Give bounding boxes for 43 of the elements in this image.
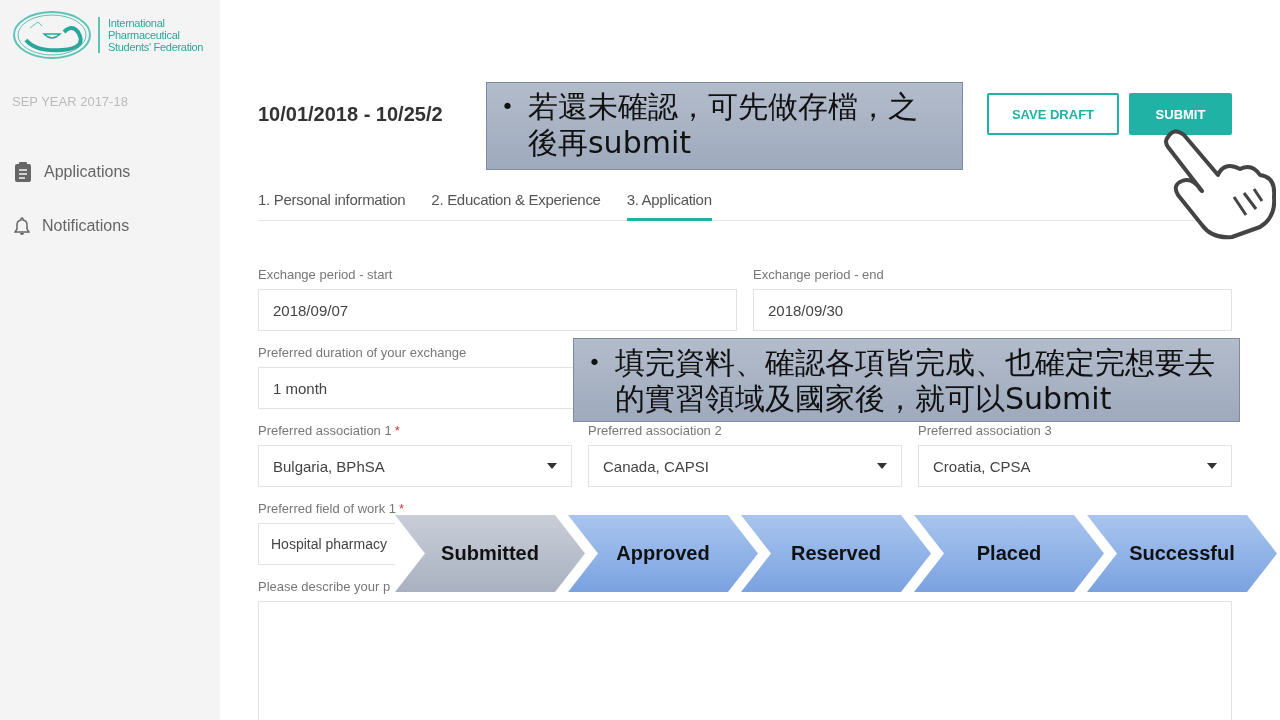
- select-field[interactable]: Bulgaria, BPhSA: [258, 445, 572, 487]
- callout-text: 填完資料、確認各項皆完成、也確定完想要去的實習領域及國家後，就可以Submit: [615, 345, 1215, 415]
- nav-item[interactable]: Notifications: [12, 199, 220, 253]
- dropdown-caret-icon: [547, 463, 557, 469]
- dropdown-caret-icon: [877, 463, 887, 469]
- bullet: •: [501, 93, 514, 121]
- logo-text: Pharmaceutical: [108, 29, 181, 41]
- input-field[interactable]: 1 month: [258, 367, 573, 409]
- process-step: Placed: [914, 515, 1104, 592]
- field-label: Please describe your p: [258, 579, 391, 594]
- field-label: Preferred field of work 1: [258, 501, 396, 516]
- input-field[interactable]: 2018/09/30: [753, 289, 1232, 331]
- nav-item[interactable]: Applications: [12, 145, 220, 199]
- select-field[interactable]: Canada, CAPSI: [588, 445, 902, 487]
- process-step: Successful: [1087, 515, 1277, 592]
- logo-text: International: [108, 17, 166, 29]
- logo-emblem-icon: [12, 10, 92, 60]
- tab[interactable]: 1. Personal information: [258, 191, 406, 221]
- input-field[interactable]: 2018/09/07: [258, 289, 737, 331]
- year-label: SEP YEAR 2017-18: [12, 94, 129, 109]
- field-label: Preferred association 2: [588, 423, 722, 438]
- field-label: Exchange period - end: [753, 267, 884, 282]
- bell-icon: [14, 217, 30, 235]
- required-mark: *: [394, 423, 400, 438]
- field-label: Preferred duration of your exchange: [258, 345, 467, 360]
- required-mark: *: [399, 501, 405, 516]
- text-area[interactable]: [258, 601, 1232, 720]
- process-step: Submitted: [395, 515, 585, 592]
- select-field[interactable]: Croatia, CPSA: [918, 445, 1232, 487]
- tab[interactable]: 2. Education & Experience: [431, 191, 601, 221]
- dropdown-caret-icon: [1207, 463, 1217, 469]
- process-step: Reserved: [741, 515, 931, 592]
- field-label: Exchange period - start: [258, 267, 393, 282]
- input-field[interactable]: Hospital pharmacy: [258, 523, 395, 565]
- logo-text: Students' Federation: [108, 41, 204, 53]
- field-label: Preferred association 1: [258, 423, 392, 438]
- tab[interactable]: 3. Application: [626, 191, 712, 221]
- page-title: 10/01/2018 - 10/25/2: [258, 102, 443, 126]
- callout-text: 若還未確認，可先做存檔，之後再submit: [528, 89, 919, 162]
- bullet: •: [588, 349, 601, 377]
- field-label: Preferred association 3: [918, 423, 1052, 438]
- clipboard-icon: [14, 162, 32, 182]
- process-step: Approved: [568, 515, 758, 592]
